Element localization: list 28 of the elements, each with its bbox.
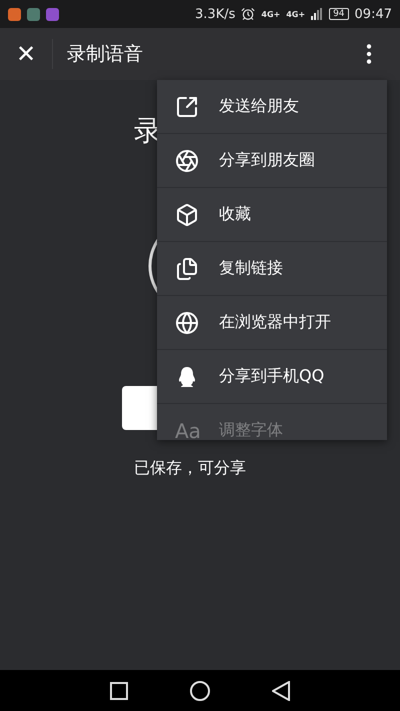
network-speed: 3.3K/s — [195, 6, 236, 22]
signal-icon — [311, 8, 324, 20]
app-icon — [27, 8, 40, 20]
network-type: 4G+ — [261, 10, 280, 18]
share-icon — [175, 94, 199, 118]
back-icon[interactable] — [272, 680, 290, 700]
aperture-icon — [175, 148, 199, 172]
page-title: 录制语音 — [67, 42, 144, 67]
menu-item[interactable]: 分享到朋友圈 — [157, 134, 387, 188]
menu-item[interactable]: 在浏览器中打开 — [157, 296, 387, 350]
close-button[interactable]: ✕ — [0, 28, 52, 80]
network-type: 4G+ — [286, 10, 306, 18]
font-icon: Aa — [175, 418, 199, 440]
home-icon[interactable] — [190, 680, 210, 700]
menu-item[interactable]: 分享到手机QQ — [157, 350, 387, 404]
menu-item[interactable]: 发送给朋友 — [157, 80, 387, 134]
recent-apps-icon[interactable] — [110, 682, 128, 700]
app-icon — [46, 8, 59, 20]
clock: 09:47 — [354, 6, 392, 22]
battery-level: 94 — [329, 8, 349, 20]
globe-icon — [175, 310, 199, 334]
cube-icon — [175, 202, 199, 226]
saved-message: 已保存，可分享 — [134, 458, 246, 479]
app-icon — [8, 8, 21, 20]
menu-item[interactable]: 收藏 — [157, 188, 387, 242]
menu-item[interactable]: 复制链接 — [157, 242, 387, 296]
alarm-icon — [241, 7, 256, 21]
document-icon — [175, 256, 199, 280]
